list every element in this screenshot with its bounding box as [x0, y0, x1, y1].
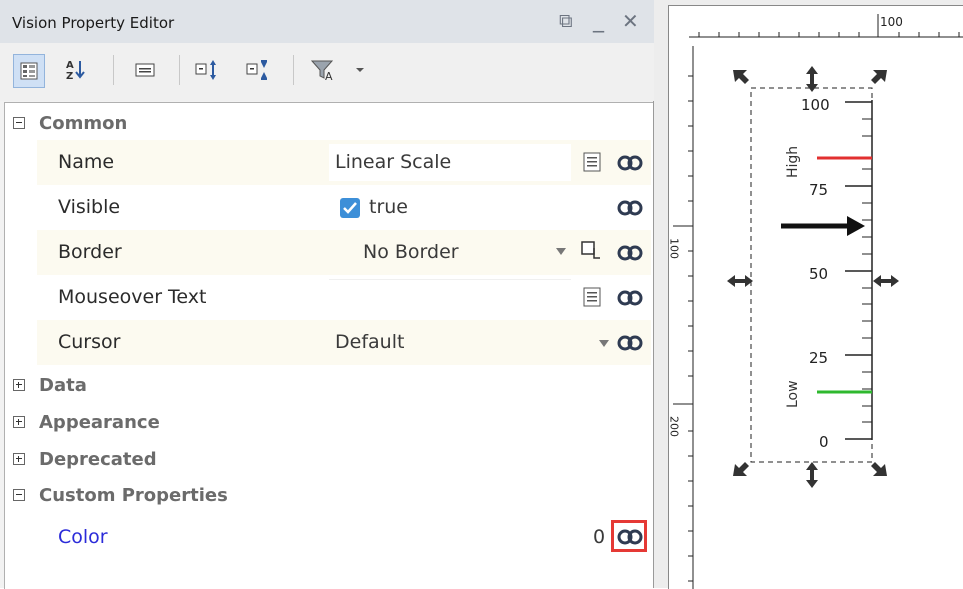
edit-text-icon[interactable] [583, 287, 601, 307]
binding-link-icon[interactable] [617, 529, 643, 545]
border-editor-icon[interactable] [580, 240, 602, 262]
binding-link-icon[interactable] [617, 290, 643, 306]
mouseover-text-field[interactable] [329, 279, 571, 317]
binding-link-icon[interactable] [617, 155, 643, 171]
category-label: Custom Properties [39, 485, 228, 506]
property-value: true [369, 196, 408, 218]
scale-tick-label: 50 [809, 265, 828, 283]
categorized-view-icon[interactable] [13, 54, 45, 88]
category-label: Deprecated [39, 449, 157, 470]
collapse-all-icon[interactable] [246, 57, 272, 83]
property-value: Linear Scale [335, 151, 452, 173]
category-label: Common [39, 113, 128, 134]
category-appearance[interactable]: Appearance [5, 407, 651, 441]
scale-tick-label: 100 [801, 96, 830, 114]
binding-link-icon[interactable] [617, 200, 643, 216]
property-grid: Common Name Linear Scale Visible true Bo… [4, 102, 653, 589]
low-label: Low [785, 380, 801, 408]
sort-alpha-icon[interactable]: AZ [63, 57, 89, 83]
show-standard-icon[interactable] [132, 57, 158, 83]
collapse-icon[interactable] [13, 117, 25, 129]
property-name: Border [58, 241, 122, 263]
svg-text:A: A [325, 70, 333, 82]
edit-text-icon[interactable] [583, 152, 601, 172]
property-value: 0 [593, 526, 606, 548]
scale-tick-label: 25 [809, 349, 828, 367]
filter-icon[interactable]: A [308, 57, 368, 83]
scale-tick-label: 0 [819, 433, 829, 451]
chevron-down-icon[interactable] [556, 248, 566, 256]
category-common[interactable]: Common [5, 108, 651, 142]
property-row-visible[interactable]: Visible true [37, 185, 651, 230]
property-row-color[interactable]: Color 0 [37, 515, 651, 560]
close-icon[interactable]: ✕ [622, 9, 639, 33]
property-row-mouseover-text[interactable]: Mouseover Text [37, 275, 651, 320]
expand-icon[interactable] [13, 379, 25, 391]
property-name: Cursor [58, 331, 121, 353]
category-deprecated[interactable]: Deprecated [5, 444, 651, 478]
title-bar: Vision Property Editor ⧉ _ ✕ [0, 0, 654, 43]
ruler-left-label: 200 [669, 416, 681, 437]
binding-link-icon[interactable] [617, 335, 643, 351]
property-name: Name [58, 151, 115, 173]
window-title: Vision Property Editor [12, 14, 175, 32]
category-custom-properties[interactable]: Custom Properties [5, 480, 651, 514]
expand-all-icon[interactable] [195, 57, 221, 83]
chevron-down-icon[interactable] [599, 340, 609, 348]
property-row-name[interactable]: Name Linear Scale [37, 140, 651, 185]
property-row-border[interactable]: Border No Border [37, 230, 651, 275]
expand-icon[interactable] [13, 416, 25, 428]
property-name: Color [58, 526, 108, 548]
property-name: Mouseover Text [58, 286, 207, 308]
toolbar: AZ A [0, 43, 654, 101]
toolbar-separator [113, 55, 114, 85]
scale-tick-label: 75 [809, 181, 828, 199]
toolbar-separator [179, 55, 180, 85]
cursor-dropdown[interactable]: Default [335, 331, 404, 353]
property-editor-panel: Vision Property Editor ⧉ _ ✕ AZ A Common… [0, 0, 654, 589]
restore-icon[interactable]: ⧉ [559, 9, 573, 33]
high-label: High [785, 146, 801, 178]
property-name: Visible [58, 196, 121, 218]
ruler-left-label: 100 [669, 238, 681, 259]
category-data[interactable]: Data [5, 370, 651, 404]
visible-checkbox[interactable] [339, 197, 361, 219]
minimize-icon[interactable]: _ [593, 9, 604, 33]
category-label: Appearance [39, 412, 160, 433]
svg-text:Z: Z [66, 71, 73, 81]
designer-canvas[interactable]: 100 100 200 100 75 50 25 0 High Low [668, 5, 963, 589]
binding-link-icon[interactable] [617, 245, 643, 261]
border-dropdown[interactable]: No Border [363, 241, 459, 263]
canvas-graphics: 100 100 200 100 75 50 25 0 High Low [669, 14, 963, 589]
expand-icon[interactable] [13, 453, 25, 465]
property-row-cursor[interactable]: Cursor Default [37, 320, 651, 365]
ruler-top-label: 100 [880, 15, 903, 29]
category-label: Data [39, 375, 87, 396]
collapse-icon[interactable] [13, 489, 25, 501]
svg-text:A: A [66, 60, 74, 71]
toolbar-separator [293, 55, 294, 85]
